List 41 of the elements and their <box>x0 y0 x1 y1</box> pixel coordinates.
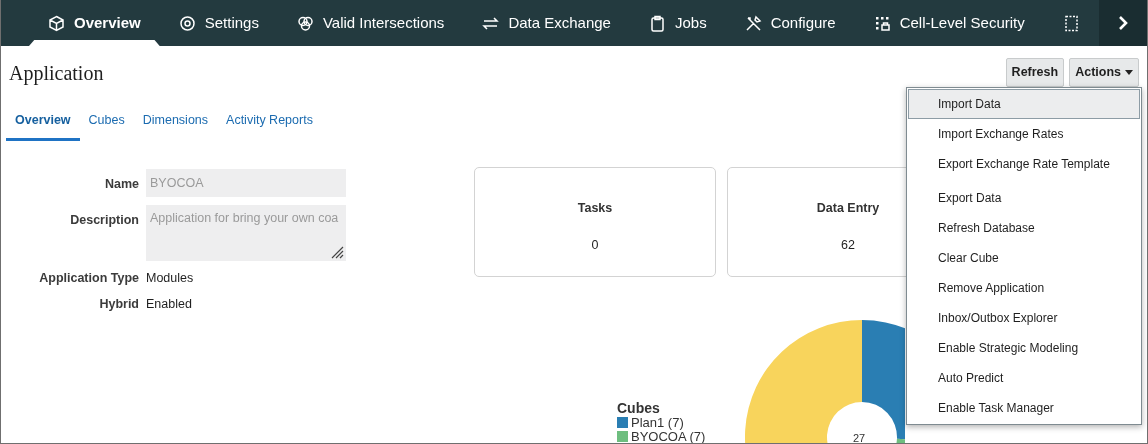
tab[interactable]: Dimensions <box>133 104 218 141</box>
legend-title: Cubes <box>617 399 661 416</box>
page-title: Application <box>9 61 104 85</box>
document-icon <box>1062 14 1080 32</box>
legend-label: BYOCOA (7) <box>631 429 706 443</box>
donut-center-label: 27 <box>853 430 866 443</box>
field-value: Modules <box>146 269 194 287</box>
field-value: Enabled <box>146 296 192 314</box>
settings-icon <box>178 14 196 32</box>
actions-button[interactable]: Actions <box>1069 58 1139 87</box>
field-label: Name <box>103 175 139 193</box>
resize-grip-icon[interactable] <box>330 244 344 259</box>
tab[interactable]: Activity Reports <box>217 104 322 141</box>
nav-tab[interactable]: Cell-Level Security <box>854 0 1044 46</box>
nav-tab[interactable]: Valid Intersections <box>277 0 464 46</box>
overlapping-circles-icon <box>296 14 314 32</box>
cube-icon <box>48 14 65 32</box>
chevron-right-icon <box>1116 15 1129 31</box>
field-label: Description <box>69 211 139 229</box>
card-value: 62 <box>841 237 855 255</box>
clipboard-icon <box>648 14 666 32</box>
field-label: Application Type <box>38 269 139 287</box>
tools-icon <box>744 14 762 32</box>
tab[interactable]: Cubes <box>79 104 134 141</box>
swap-arrows-icon <box>482 14 500 32</box>
card-title: Data Entry <box>816 199 880 217</box>
nav-tab[interactable]: Data Exchange <box>463 0 630 46</box>
card-title: Tasks <box>577 199 613 217</box>
field-label: Hybrid <box>98 296 139 314</box>
nav-tab[interactable]: Settings <box>159 0 278 46</box>
refresh-button[interactable]: Refresh <box>1005 58 1065 87</box>
nav-tab[interactable]: Jobs <box>629 0 726 46</box>
card-value: 0 <box>591 237 599 255</box>
menu-item[interactable]: Import Data <box>908 89 1140 119</box>
grid-lock-icon <box>873 14 891 32</box>
legend-label: Plan1 (7) <box>631 415 684 430</box>
nav-tab[interactable]: Configure <box>725 0 855 46</box>
scroll-right-button[interactable] <box>1098 0 1147 46</box>
nav-tab[interactable]: Overview <box>29 0 160 46</box>
tab[interactable]: Overview <box>6 104 80 141</box>
caret-icon <box>1125 69 1133 75</box>
